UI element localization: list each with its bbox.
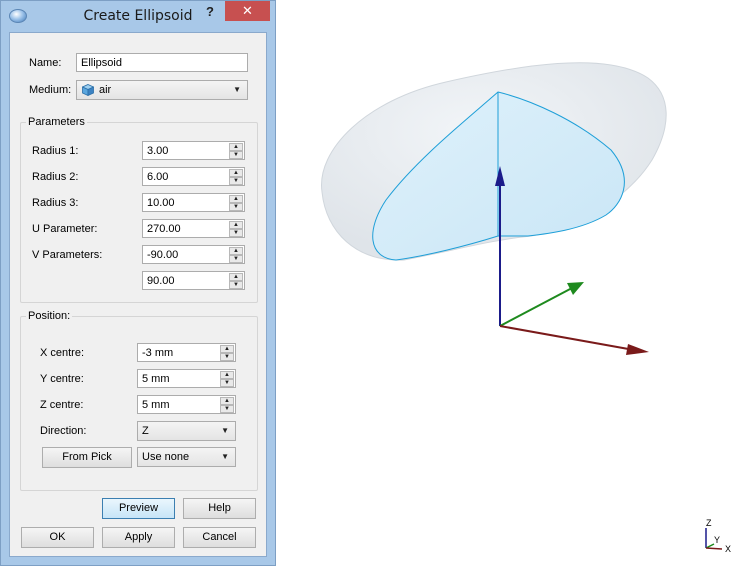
name-field[interactable]	[76, 53, 248, 72]
medium-select[interactable]: air ▼	[76, 80, 248, 100]
name-label: Name:	[29, 57, 62, 69]
triad-z-label: Z	[706, 518, 712, 528]
spin-up-icon[interactable]: ▲	[229, 247, 243, 255]
cube-icon	[82, 84, 94, 96]
y-centre-spinbox[interactable]: ▲▼	[137, 369, 236, 388]
y-centre-input[interactable]	[138, 370, 219, 387]
use-pick-value: Use none	[142, 451, 190, 463]
chevron-down-icon: ▼	[221, 426, 229, 435]
y-axis-line	[499, 287, 573, 327]
cancel-button[interactable]: Cancel	[183, 527, 256, 548]
u-parameter-spinbox[interactable]: ▲▼	[142, 219, 245, 238]
viewport-canvas[interactable]: Z Y X	[276, 0, 734, 566]
spin-down-icon[interactable]: ▼	[220, 379, 234, 387]
chevron-down-icon: ▼	[233, 85, 241, 94]
title-bar[interactable]: Create Ellipsoid ? ✕	[1, 1, 275, 31]
use-pick-select[interactable]: Use none ▼	[137, 447, 236, 467]
radius1-input[interactable]	[143, 142, 228, 159]
direction-value: Z	[142, 425, 149, 437]
from-pick-button[interactable]: From Pick	[42, 447, 132, 468]
preview-button[interactable]: Preview	[102, 498, 175, 519]
v-parameters-label: V Parameters:	[32, 249, 103, 261]
radius3-label: Radius 3:	[32, 197, 79, 209]
spin-down-icon[interactable]: ▼	[229, 229, 243, 237]
orientation-triad: Z Y X	[705, 518, 731, 554]
apply-button[interactable]: Apply	[102, 527, 175, 548]
u-parameter-label: U Parameter:	[32, 223, 98, 235]
help-question-icon[interactable]: ?	[200, 4, 220, 22]
radius2-input[interactable]	[143, 168, 228, 185]
radius2-label: Radius 2:	[32, 171, 79, 183]
x-centre-spinbox[interactable]: ▲▼	[137, 343, 236, 362]
name-input[interactable]	[77, 54, 247, 71]
z-centre-spinbox[interactable]: ▲▼	[137, 395, 236, 414]
radius2-spinbox[interactable]: ▲▼	[142, 167, 245, 186]
x-axis-line	[499, 325, 635, 351]
spin-up-icon[interactable]: ▲	[220, 371, 234, 379]
direction-select[interactable]: Z ▼	[137, 421, 236, 441]
u-parameter-input[interactable]	[143, 220, 228, 237]
parameters-group-title: Parameters	[26, 116, 87, 128]
v-parameter-max-spinbox[interactable]: ▲▼	[142, 271, 245, 290]
radius3-spinbox[interactable]: ▲▼	[142, 193, 245, 212]
spin-up-icon[interactable]: ▲	[229, 143, 243, 151]
spin-down-icon[interactable]: ▼	[220, 353, 234, 361]
radius1-spin-buttons[interactable]: ▲ ▼	[229, 143, 243, 159]
spin-down-icon[interactable]: ▼	[229, 177, 243, 185]
v-parameter-max-input[interactable]	[143, 272, 228, 289]
radius3-spin-buttons[interactable]: ▲ ▼	[229, 195, 243, 211]
x-centre-spin-buttons[interactable]: ▲ ▼	[220, 345, 234, 361]
medium-label: Medium:	[29, 84, 72, 96]
create-ellipsoid-dialog: Create Ellipsoid ? ✕ Name: Medium: air ▼…	[0, 0, 276, 566]
v-parameter-min-input[interactable]	[143, 246, 228, 263]
spin-up-icon[interactable]: ▲	[220, 345, 234, 353]
triad-y-label: Y	[714, 535, 720, 545]
radius2-spin-buttons[interactable]: ▲ ▼	[229, 169, 243, 185]
spin-up-icon[interactable]: ▲	[220, 397, 234, 405]
y-centre-spin-buttons[interactable]: ▲ ▼	[220, 371, 234, 387]
y-centre-label: Y centre:	[40, 373, 84, 385]
spin-down-icon[interactable]: ▼	[229, 281, 243, 289]
x-centre-input[interactable]	[138, 344, 219, 361]
spin-down-icon[interactable]: ▼	[229, 255, 243, 263]
3d-viewport[interactable]: Z Y X	[276, 0, 734, 566]
triad-x-label: X	[725, 544, 731, 554]
u-parameter-spin-buttons[interactable]: ▲ ▼	[229, 221, 243, 237]
v-parameter-min-spinbox[interactable]: ▲▼	[142, 245, 245, 264]
z-centre-input[interactable]	[138, 396, 219, 413]
x-axis-arrow-icon	[626, 344, 649, 355]
direction-label: Direction:	[40, 425, 87, 437]
x-centre-label: X centre:	[40, 347, 85, 359]
close-icon[interactable]: ✕	[225, 1, 270, 21]
medium-value: air	[99, 84, 112, 96]
spin-down-icon[interactable]: ▼	[229, 151, 243, 159]
help-button[interactable]: Help	[183, 498, 256, 519]
z-centre-spin-buttons[interactable]: ▲ ▼	[220, 397, 234, 413]
z-centre-label: Z centre:	[40, 399, 84, 411]
v-parameter-min-spin-buttons[interactable]: ▲ ▼	[229, 247, 243, 263]
spin-down-icon[interactable]: ▼	[220, 405, 234, 413]
spin-up-icon[interactable]: ▲	[229, 195, 243, 203]
chevron-down-icon: ▼	[221, 452, 229, 461]
dialog-client-area: Name: Medium: air ▼ Parameters Radius 1:…	[9, 32, 267, 557]
spin-down-icon[interactable]: ▼	[229, 203, 243, 211]
position-group-title: Position:	[26, 310, 73, 322]
spin-up-icon[interactable]: ▲	[229, 273, 243, 281]
v-parameter-max-spin-buttons[interactable]: ▲ ▼	[229, 273, 243, 289]
radius1-label: Radius 1:	[32, 145, 79, 157]
radius3-input[interactable]	[143, 194, 228, 211]
radius1-spinbox[interactable]: ▲▼	[142, 141, 245, 160]
ok-button[interactable]: OK	[21, 527, 94, 548]
spin-up-icon[interactable]: ▲	[229, 221, 243, 229]
spin-up-icon[interactable]: ▲	[229, 169, 243, 177]
